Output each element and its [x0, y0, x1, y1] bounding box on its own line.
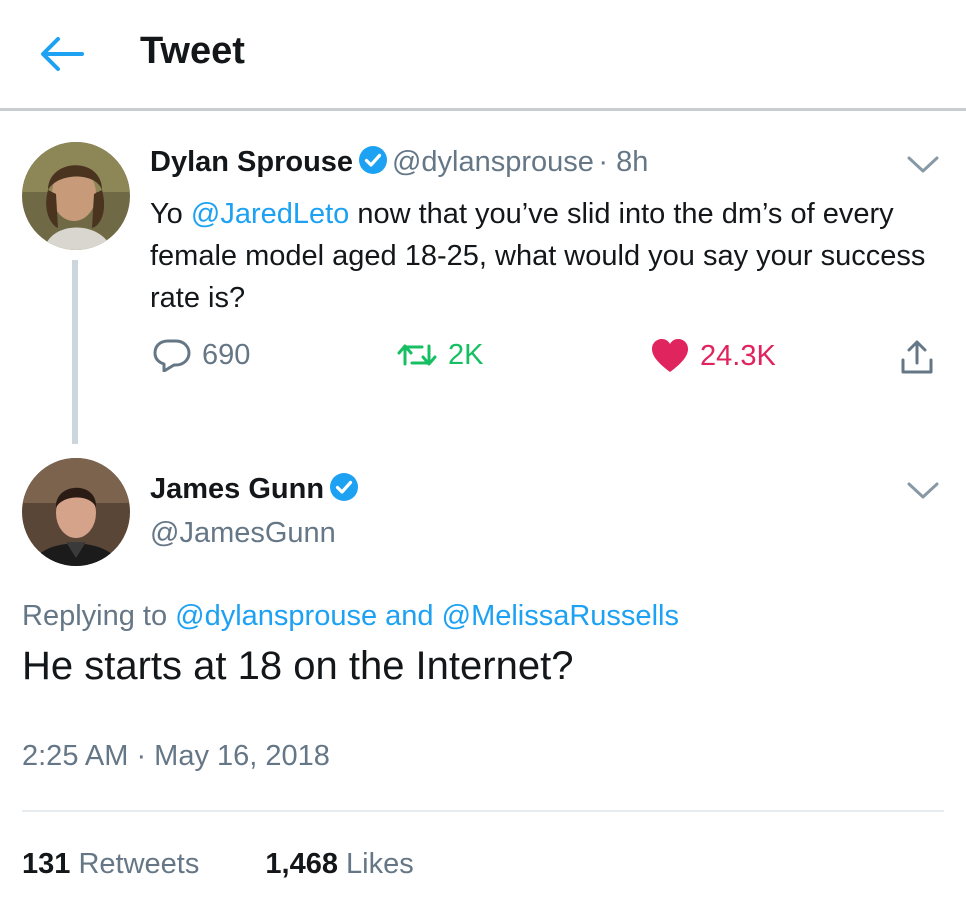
retweets-count: 131 — [22, 848, 71, 880]
avatar-james-gunn[interactable] — [22, 458, 130, 566]
verified-badge-icon — [358, 145, 388, 180]
tweet-text-prefix: Yo — [150, 198, 191, 230]
mention-link[interactable]: @JaredLeto — [191, 198, 349, 230]
reply-button[interactable]: 690 — [152, 338, 250, 372]
mention-link[interactable]: @dylansprouse — [175, 600, 377, 632]
retweets-stat[interactable]: 131 Retweets — [22, 848, 207, 880]
author-name[interactable]: Dylan Sprouse — [150, 146, 353, 178]
retweet-button[interactable]: 2K — [396, 338, 483, 372]
heart-filled-icon — [652, 339, 688, 372]
verified-badge-icon — [329, 472, 359, 507]
top-bar: Tweet — [0, 0, 966, 111]
parent-tweet-header: Dylan Sprouse @dylansprouse · 8h — [150, 145, 648, 180]
retweets-label: Retweets — [78, 848, 200, 880]
tweet-options-button[interactable] — [906, 480, 940, 500]
avatar-dylan-sprouse[interactable] — [22, 142, 130, 250]
replying-to-line: Replying to @dylansprouse and @MelissaRu… — [22, 600, 679, 633]
tweet-timestamp[interactable]: 2:25 AM · May 16, 2018 — [22, 740, 330, 773]
arrow-left-icon — [41, 37, 84, 71]
replying-label: Replying to — [22, 600, 168, 632]
likes-count: 1,468 — [265, 848, 338, 880]
main-tweet-text: He starts at 18 on the Internet? — [22, 644, 574, 688]
author-handle[interactable]: @JamesGunn — [150, 517, 336, 550]
back-button[interactable] — [38, 34, 86, 74]
retweet-icon — [397, 344, 437, 366]
like-count: 24.3K — [700, 339, 776, 372]
reply-count: 690 — [202, 338, 251, 371]
share-button[interactable] — [898, 338, 936, 376]
thread-connector — [72, 260, 78, 444]
page-title: Tweet — [140, 30, 245, 72]
tweet-time: · 8h — [598, 146, 649, 178]
like-button[interactable]: 24.3K — [650, 338, 776, 374]
tweet-options-button[interactable] — [906, 154, 940, 174]
author-handle[interactable]: @dylansprouse — [392, 146, 594, 178]
author-name[interactable]: James Gunn — [150, 473, 324, 505]
replying-and[interactable]: and — [385, 600, 433, 632]
parent-tweet-text: Yo @JaredLeto now that you’ve slid into … — [150, 193, 950, 319]
share-icon — [901, 340, 933, 374]
chevron-down-icon — [907, 156, 939, 173]
header-divider — [0, 108, 966, 111]
mention-link[interactable]: @MelissaRussells — [442, 600, 679, 632]
tweet-stats: 131 Retweets 1,468 Likes — [22, 848, 472, 881]
reply-bubble-icon — [153, 339, 191, 372]
divider — [22, 810, 944, 812]
likes-stat[interactable]: 1,468 Likes — [265, 848, 413, 880]
likes-label: Likes — [346, 848, 414, 880]
main-tweet-author: James Gunn — [150, 472, 359, 507]
retweet-count: 2K — [448, 338, 484, 371]
chevron-down-icon — [907, 482, 939, 499]
